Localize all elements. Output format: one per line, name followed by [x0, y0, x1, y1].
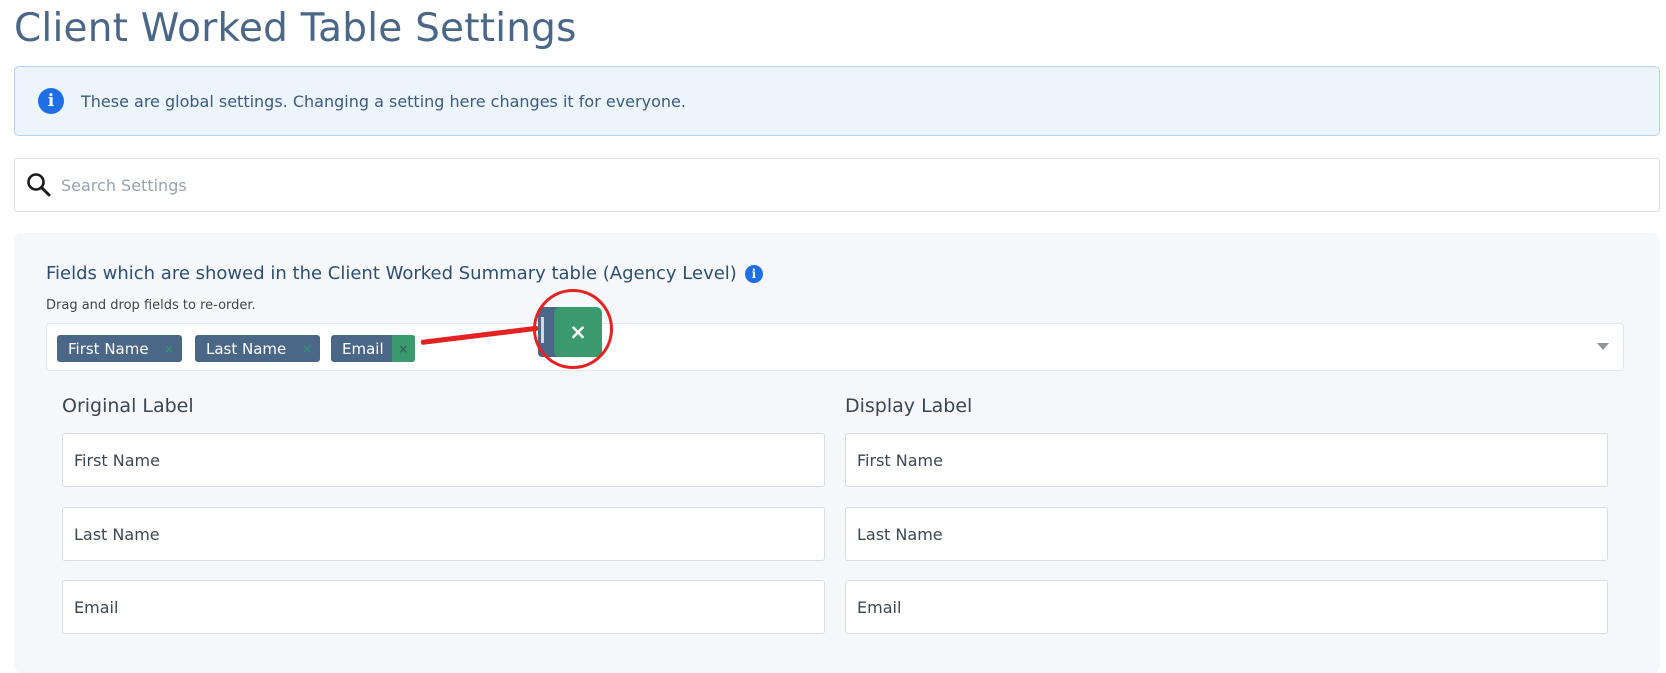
field-tag[interactable]: Email ×	[331, 335, 415, 362]
page-title: Client Worked Table Settings	[14, 6, 577, 51]
original-label-field[interactable]	[62, 507, 825, 561]
display-label-field[interactable]	[845, 580, 1608, 634]
remove-icon[interactable]: ×	[302, 342, 312, 356]
info-banner: i These are global settings. Changing a …	[14, 66, 1660, 136]
section-title-text: Fields which are showed in the Client Wo…	[46, 263, 737, 284]
remove-icon[interactable]: ×	[391, 335, 415, 362]
info-icon[interactable]: i	[744, 264, 763, 283]
fields-multiselect[interactable]: First Name × Last Name × Email ×	[46, 323, 1624, 371]
search-icon	[25, 171, 53, 199]
original-label-field[interactable]	[62, 580, 825, 634]
display-label-field[interactable]	[845, 507, 1608, 561]
original-label-heading: Original Label	[62, 395, 194, 417]
search-input[interactable]	[59, 174, 1563, 196]
settings-card: Fields which are showed in the Client Wo…	[14, 233, 1660, 673]
banner-text: These are global settings. Changing a se…	[81, 91, 686, 111]
field-tag[interactable]: Last Name ×	[195, 335, 320, 362]
remove-icon[interactable]: ×	[164, 342, 174, 356]
section-title: Fields which are showed in the Client Wo…	[46, 263, 763, 284]
search-box[interactable]	[14, 158, 1660, 212]
field-tag-label: Email	[342, 339, 384, 358]
info-icon: i	[38, 88, 64, 114]
field-tag-label: First Name	[68, 339, 149, 358]
original-label-field[interactable]	[62, 433, 825, 487]
section-hint: Drag and drop fields to re-order.	[46, 298, 256, 313]
field-tag-label: Last Name	[206, 339, 287, 358]
display-label-field[interactable]	[845, 433, 1608, 487]
chevron-down-icon[interactable]	[1597, 343, 1609, 350]
display-label-heading: Display Label	[845, 395, 973, 417]
field-tag[interactable]: First Name ×	[57, 335, 182, 362]
annotation-circle	[533, 289, 613, 369]
